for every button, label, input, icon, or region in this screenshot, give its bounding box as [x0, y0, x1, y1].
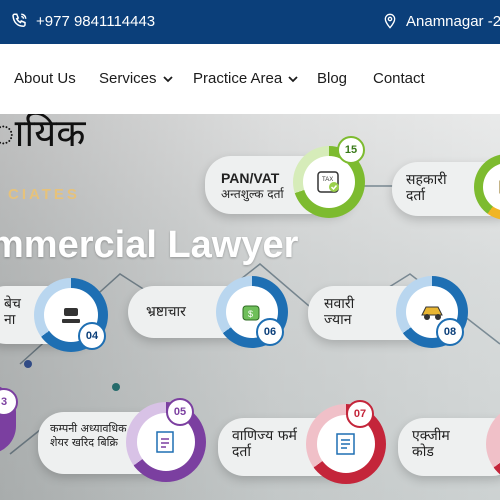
card-line2: अन्तशुल्क दर्ता — [221, 187, 284, 201]
nav-practice-area-label: Practice Area — [193, 70, 283, 87]
main-nav: About Us Services Practice Area Blog Con… — [0, 44, 500, 114]
service-card-vehicle[interactable]: सवारी ज्यान 08 — [308, 276, 468, 348]
address-contact[interactable]: Anamnagar -29 — [382, 12, 500, 30]
hero-banner: ायिक CIATES mmercial Lawyer PAN/VAT अन्त… — [0, 114, 500, 500]
nav-about-us[interactable]: About Us — [14, 70, 76, 87]
card-line2: दर्ता — [406, 188, 426, 204]
card-line1: PAN/VAT — [221, 170, 280, 186]
card-number-badge: 06 — [256, 318, 284, 346]
service-card-cooperative[interactable]: सहकारी दर्ता — [392, 154, 500, 220]
nav-blog-label: Blog — [317, 70, 348, 87]
nav-blog[interactable]: Blog — [317, 70, 347, 87]
card-line1: सवारी — [324, 296, 355, 312]
phone-icon — [10, 12, 28, 30]
location-pin-icon — [382, 12, 398, 30]
nav-services[interactable]: Services — [99, 70, 173, 87]
card-number-badge: 04 — [78, 322, 106, 350]
phone-contact[interactable]: +977 9841114443 — [10, 12, 155, 30]
top-bar: +977 9841114443 Anamnagar -29 — [0, 0, 500, 44]
hero-title: mmercial Lawyer — [0, 224, 299, 266]
card-line1: भ्रष्टाचार — [146, 304, 186, 320]
nav-practice-area[interactable]: Practice Area — [193, 70, 298, 87]
card-line1: सहकारी — [406, 172, 447, 188]
phone-number: +977 9841114443 — [36, 12, 156, 30]
service-card-corruption[interactable]: भ्रष्टाचार $ 06 — [128, 276, 288, 348]
service-card-pan-vat[interactable]: PAN/VAT अन्तशुल्क दर्ता TAX 15 — [205, 136, 365, 218]
nav-contact-label: Contact — [373, 70, 425, 87]
address-text: Anamnagar -29 — [406, 12, 500, 30]
cooperative-icon — [483, 163, 500, 211]
nav-contact[interactable]: Contact — [373, 70, 425, 87]
nav-services-label: Services — [99, 70, 157, 87]
service-card-trade-firm[interactable]: वाणिज्य फर्म दर्ता 07 — [218, 400, 386, 484]
card-number-badge: 05 — [166, 398, 194, 426]
svg-text:TAX: TAX — [322, 177, 333, 183]
svg-text:$: $ — [248, 309, 253, 319]
card-line1: एक्जीम — [412, 428, 450, 444]
service-card-company[interactable]: कम्पनी अध्यावधिक, शेयर खरिद बिक्रि 05 — [38, 398, 206, 482]
card-number-badge: 15 — [337, 136, 365, 164]
service-card-04[interactable]: बेच ना 04 — [0, 278, 108, 352]
hero-eyebrow: CIATES — [8, 186, 80, 203]
tax-document-icon: TAX — [303, 156, 355, 208]
hero-heading-devanagari: ायिक — [0, 114, 86, 155]
service-card-exim[interactable]: एक्जीम कोड — [398, 404, 500, 484]
card-number-badge: 07 — [346, 400, 374, 428]
card-number-badge: 08 — [436, 318, 464, 346]
card-line2: ज्यान — [324, 312, 352, 328]
chevron-down-icon — [288, 75, 298, 83]
chevron-down-icon — [162, 75, 173, 83]
card-line2: कोड — [412, 444, 434, 460]
nav-about-us-label: About Us — [14, 70, 76, 87]
